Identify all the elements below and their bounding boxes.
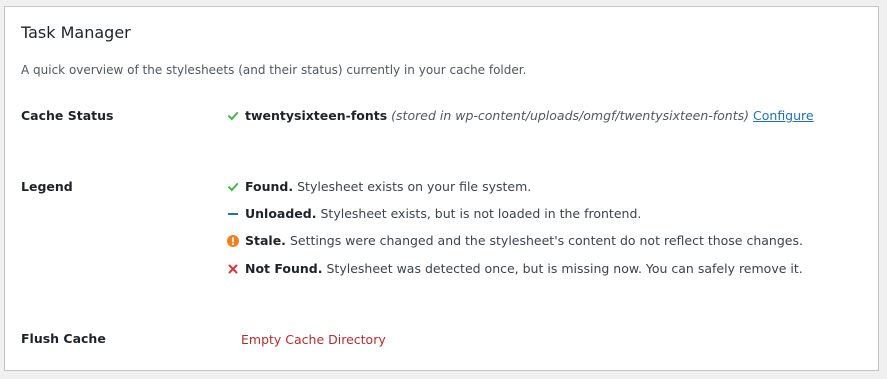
legend-item-found: Found. Stylesheet exists on your file sy… [227, 179, 531, 194]
legend-item-stale: Stale. Settings were changed and the sty… [227, 233, 803, 248]
legend-text: Stylesheet was detected once, but is mis… [326, 261, 803, 276]
cache-item-location: (stored in wp-content/uploads/omgf/twent… [391, 108, 750, 123]
cache-status-label: Cache Status [21, 108, 114, 123]
cache-item: twentysixteen-fonts (stored in wp-conten… [227, 108, 814, 123]
legend-term: Not Found. [245, 261, 323, 276]
legend-term: Stale. [245, 233, 286, 248]
panel-title: Task Manager [21, 23, 131, 42]
legend-text: Settings were changed and the stylesheet… [289, 233, 803, 248]
flush-cache-label: Flush Cache [21, 331, 106, 346]
legend-text: Stylesheet exists on your file system. [297, 179, 532, 194]
check-icon [227, 181, 239, 193]
legend-label: Legend [21, 179, 73, 194]
cache-item-name: twentysixteen-fonts [245, 108, 388, 123]
empty-cache-directory-button[interactable]: Empty Cache Directory [241, 332, 386, 347]
configure-link[interactable]: Configure [753, 108, 814, 123]
warning-icon [227, 234, 239, 247]
legend-text: Stylesheet exists, but is not loaded in … [320, 206, 642, 221]
legend-item-unloaded: Unloaded. Stylesheet exists, but is not … [227, 206, 641, 221]
panel-description: A quick overview of the stylesheets (and… [21, 63, 527, 77]
legend-term: Found. [245, 179, 294, 194]
cross-icon [227, 263, 239, 275]
check-icon [227, 110, 239, 122]
legend-term: Unloaded. [245, 206, 317, 221]
legend-item-not-found: Not Found. Stylesheet was detected once,… [227, 261, 803, 276]
dash-icon [227, 208, 239, 220]
task-manager-panel: Task Manager A quick overview of the sty… [4, 6, 879, 371]
